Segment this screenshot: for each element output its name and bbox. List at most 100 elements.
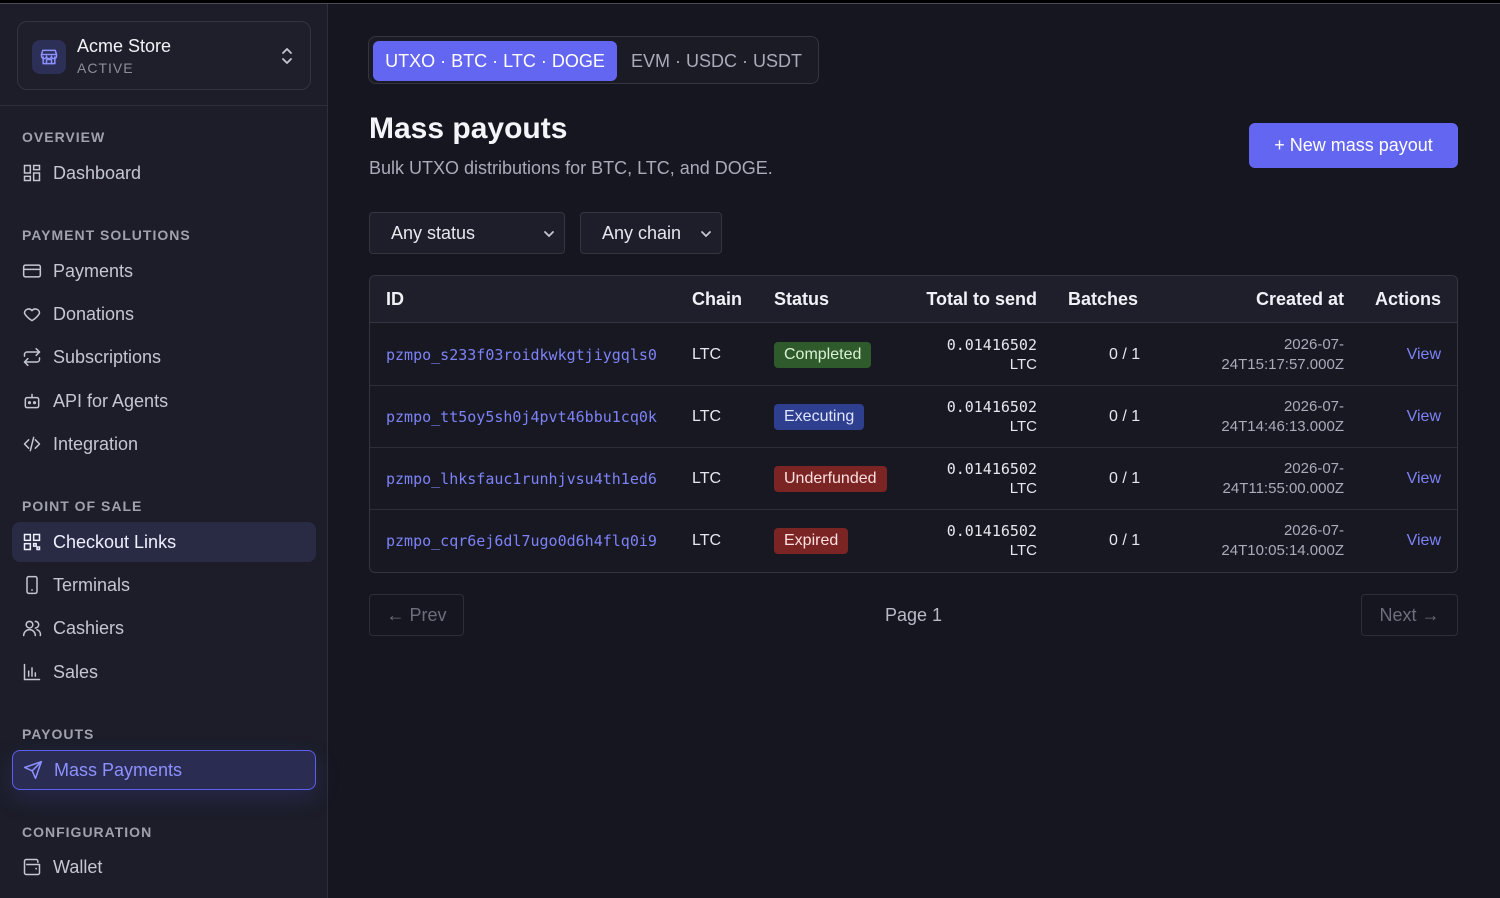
section-title-payouts: PAYOUTS	[22, 726, 95, 742]
tab-evm[interactable]: EVM · USDC · USDT	[631, 41, 802, 81]
view-link[interactable]: View	[1407, 346, 1441, 364]
section-title-point-of-sale: POINT OF SALE	[22, 498, 143, 514]
payout-id-link[interactable]: pzmpo_lhksfauc1runhjvsu4th1ed6	[386, 470, 657, 488]
qr-icon	[23, 533, 41, 551]
sidebar-item-mass-payments[interactable]: Mass Payments	[12, 750, 316, 790]
total-cell: 0.01416502 LTC	[947, 335, 1037, 375]
sidebar-item-label: Mass Payments	[54, 759, 183, 780]
code-icon	[23, 436, 41, 452]
total-amount: 0.01416502	[946, 398, 1037, 416]
sidebar-item-payments[interactable]: Payments	[12, 251, 316, 291]
created-date: 2026-07-	[1283, 522, 1344, 539]
batches-cell: 0 / 1	[1109, 408, 1141, 425]
sidebar-item-label: Terminals	[53, 574, 131, 595]
column-header-batches: Batches	[1068, 289, 1139, 309]
table-row: pzmpo_cqr6ej6dl7ugo0d6h4flq0i9 LTC Expir…	[370, 510, 1457, 572]
sidebar-item-label: Subscriptions	[53, 346, 162, 367]
dashboard-icon	[23, 164, 41, 182]
column-header-created: Created at	[1255, 289, 1344, 309]
tab-utxo[interactable]: UTXO · BTC · LTC · DOGE	[373, 41, 617, 81]
created-cell: 2026-07- 24T14:46:13.000Z	[1221, 397, 1344, 437]
chain-filter-select[interactable]: Any chain	[580, 212, 722, 254]
total-unit: LTC	[1009, 356, 1037, 373]
prev-page-button[interactable]: ← Prev	[369, 594, 464, 636]
payout-id-link[interactable]: pzmpo_cqr6ej6dl7ugo0d6h4flq0i9	[386, 532, 657, 550]
sidebar-item-label: API for Agents	[53, 390, 169, 411]
robot-icon	[24, 393, 40, 409]
sidebar-item-dashboard[interactable]: Dashboard	[12, 153, 316, 193]
sidebar-item-integration[interactable]: Integration	[12, 424, 316, 464]
sidebar-item-label: Payments	[53, 260, 134, 281]
send-icon	[23, 760, 43, 780]
batches-cell: 0 / 1	[1109, 532, 1141, 549]
table-row: pzmpo_s233f03roidkwkgtjiygqls0 LTC Compl…	[370, 324, 1457, 386]
store-status: ACTIVE	[77, 60, 134, 76]
table-row: pzmpo_lhksfauc1runhjvsu4th1ed6 LTC Under…	[370, 448, 1457, 510]
store-name: Acme Store	[77, 36, 172, 56]
created-time: 24T15:17:57.000Z	[1221, 356, 1344, 373]
page-title: Mass payouts	[369, 112, 568, 145]
chevron-down-icon	[701, 231, 711, 238]
sidebar: Acme Store ACTIVE OVERVIEW Dashboard PAY…	[0, 4, 328, 898]
total-cell: 0.01416502 LTC	[947, 397, 1037, 437]
sidebar-item-label: Checkout Links	[53, 531, 177, 552]
created-date: 2026-07-	[1283, 460, 1344, 477]
sidebar-item-sales[interactable]: Sales	[12, 652, 316, 692]
total-amount: 0.01416502	[946, 336, 1037, 354]
sidebar-item-checkout-links[interactable]: Checkout Links	[12, 522, 316, 562]
chevron-down-icon	[544, 231, 554, 238]
mass-payouts-table: ID Chain Status Total to send Batches Cr…	[369, 275, 1458, 573]
sidebar-item-label: Wallet	[53, 856, 103, 877]
status-filter-select[interactable]: Any status	[369, 212, 565, 254]
column-header-status: Status	[774, 289, 830, 309]
sidebar-divider	[0, 105, 327, 106]
total-amount: 0.01416502	[946, 460, 1037, 478]
users-icon	[22, 620, 42, 637]
phone-icon	[26, 575, 38, 595]
payout-id-link[interactable]: pzmpo_tt5oy5sh0j4pvt46bbu1cq0k	[386, 408, 657, 426]
total-unit: LTC	[1009, 542, 1037, 559]
page-subtitle: Bulk UTXO distributions for BTC, LTC, an…	[369, 158, 773, 178]
chain-filter-value: Any chain	[602, 222, 682, 243]
sidebar-item-subscriptions[interactable]: Subscriptions	[12, 337, 316, 377]
batches-cell: 0 / 1	[1109, 346, 1141, 363]
created-cell: 2026-07- 24T11:55:00.000Z	[1223, 459, 1344, 499]
view-link[interactable]: View	[1407, 470, 1441, 488]
column-header-id: ID	[386, 289, 404, 309]
sidebar-item-donations[interactable]: Donations	[12, 294, 316, 334]
new-mass-payout-button[interactable]: + New mass payout	[1249, 123, 1458, 168]
store-switcher[interactable]: Acme Store ACTIVE	[17, 21, 311, 90]
status-badge: Executing	[774, 404, 865, 430]
chain-cell: LTC	[692, 408, 722, 425]
chain-cell: LTC	[692, 346, 722, 363]
created-time: 24T14:46:13.000Z	[1221, 418, 1344, 435]
sidebar-item-wallet[interactable]: Wallet	[12, 847, 316, 887]
sidebar-item-cashiers[interactable]: Cashiers	[12, 608, 316, 648]
table-header: ID Chain Status Total to send Batches Cr…	[370, 276, 1457, 323]
sidebar-item-label: Cashiers	[53, 617, 125, 638]
sidebar-item-api-for-agents[interactable]: API for Agents	[12, 381, 316, 421]
created-date: 2026-07-	[1283, 398, 1344, 415]
sidebar-item-terminals[interactable]: Terminals	[12, 565, 316, 605]
section-title-payment-solutions: PAYMENT SOLUTIONS	[22, 227, 191, 243]
card-icon	[22, 264, 42, 278]
page-indicator: Page 1	[885, 605, 943, 625]
created-time: 24T11:55:00.000Z	[1222, 480, 1344, 497]
payout-id-link[interactable]: pzmpo_s233f03roidkwkgtjiygqls0	[386, 346, 657, 364]
column-header-total: Total to send	[926, 289, 1037, 309]
view-link[interactable]: View	[1407, 532, 1441, 550]
view-link[interactable]: View	[1407, 408, 1441, 426]
total-unit: LTC	[1009, 418, 1037, 435]
status-badge: Completed	[774, 342, 872, 368]
status-badge: Underfunded	[774, 466, 887, 492]
created-cell: 2026-07- 24T10:05:14.000Z	[1221, 521, 1344, 561]
next-page-button[interactable]: Next →	[1361, 594, 1458, 636]
created-date: 2026-07-	[1283, 336, 1344, 353]
store-icon	[32, 40, 66, 74]
created-time: 24T10:05:14.000Z	[1221, 542, 1344, 559]
chevron-updown-icon	[282, 48, 292, 64]
chain-cell: LTC	[692, 470, 722, 487]
table-row: pzmpo_tt5oy5sh0j4pvt46bbu1cq0k LTC Execu…	[370, 386, 1457, 448]
column-header-actions: Actions	[1374, 289, 1441, 309]
status-badge: Expired	[774, 528, 849, 554]
